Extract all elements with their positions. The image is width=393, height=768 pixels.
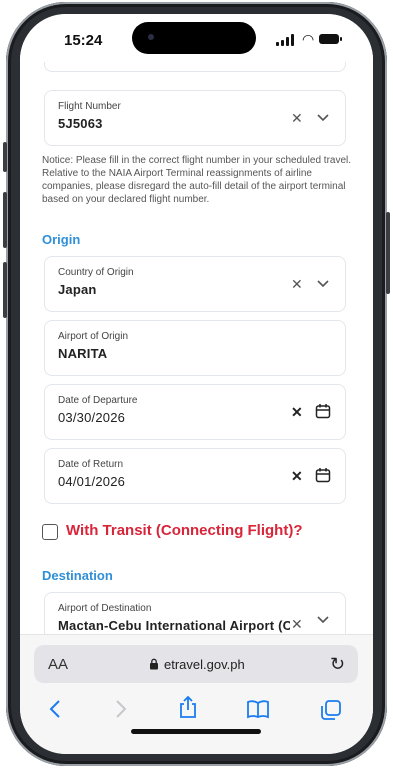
signal-icon (276, 34, 296, 46)
camera-icon (148, 34, 154, 40)
date-of-departure-value: 03/30/2026 (58, 410, 126, 425)
date-of-departure-field[interactable]: Date of Departure 03/30/2026 ✕ (44, 384, 346, 440)
lock-icon (150, 658, 158, 670)
airport-of-origin-label: Airport of Origin (58, 331, 129, 342)
share-icon[interactable] (178, 695, 198, 719)
flight-number-label: Flight Number (58, 101, 121, 112)
airport-of-destination-label: Airport of Destination (58, 603, 152, 614)
flight-notice-text: Notice: Please fill in the correct fligh… (42, 155, 352, 205)
destination-heading: Destination (42, 568, 113, 583)
airport-of-origin-field[interactable]: Airport of Origin NARITA (44, 320, 346, 376)
date-of-return-field[interactable]: Date of Return 04/01/2026 ✕ (44, 448, 346, 504)
home-indicator (131, 729, 261, 734)
chevron-down-icon[interactable] (317, 113, 329, 123)
date-of-departure-label: Date of Departure (58, 395, 138, 406)
power-button (386, 212, 390, 294)
airport-of-destination-value: Mactan-Cebu International Airport (CEB) (58, 618, 290, 633)
status-time: 15:24 (64, 32, 103, 49)
country-of-origin-value: Japan (58, 282, 97, 297)
dynamic-island (132, 22, 256, 54)
reload-icon[interactable]: ↻ (330, 654, 345, 675)
airport-of-destination-field[interactable]: Airport of Destination Mactan-Cebu Inter… (44, 592, 346, 634)
volume-up-button (3, 192, 7, 248)
reader-settings-button[interactable]: AA (48, 656, 68, 673)
country-of-origin-field[interactable]: Country of Origin Japan ✕ (44, 256, 346, 312)
url-text[interactable]: etravel.gov.ph (164, 657, 245, 672)
flight-number-value: 5J5063 (58, 116, 103, 131)
clear-x-icon[interactable]: ✕ (291, 405, 303, 419)
previous-field-partial[interactable] (44, 62, 346, 72)
date-of-return-label: Date of Return (58, 459, 124, 470)
phone-screen: 15:24 ◠ Flight Number 5J5063 ✕ Notice: P… (20, 14, 373, 754)
tabs-icon[interactable] (320, 699, 342, 721)
bookmarks-icon[interactable] (246, 699, 270, 719)
calendar-icon[interactable] (315, 403, 331, 419)
forward-icon[interactable] (114, 699, 128, 719)
battery-icon (319, 34, 342, 44)
clear-x-icon[interactable]: ✕ (291, 277, 303, 291)
status-bar: 15:24 ◠ (20, 14, 373, 62)
address-bar[interactable]: AA etravel.gov.ph ↻ (34, 645, 358, 683)
country-of-origin-label: Country of Origin (58, 267, 134, 278)
action-button (3, 142, 7, 172)
date-of-return-value: 04/01/2026 (58, 474, 126, 489)
with-transit-checkbox[interactable] (42, 524, 58, 540)
volume-down-button (3, 262, 7, 318)
clear-x-icon[interactable]: ✕ (291, 111, 303, 125)
browser-bottom-bar: AA etravel.gov.ph ↻ (20, 634, 373, 754)
clear-x-icon[interactable]: ✕ (291, 469, 303, 483)
clear-x-icon[interactable]: ✕ (291, 617, 303, 631)
back-icon[interactable] (48, 699, 62, 719)
chevron-down-icon[interactable] (317, 615, 329, 625)
with-transit-label[interactable]: With Transit (Connecting Flight)? (66, 522, 303, 539)
flight-number-field[interactable]: Flight Number 5J5063 ✕ (44, 90, 346, 146)
origin-heading: Origin (42, 232, 81, 247)
calendar-icon[interactable] (315, 467, 331, 483)
airport-of-origin-value: NARITA (58, 346, 108, 361)
page-content: Flight Number 5J5063 ✕ Notice: Please fi… (20, 62, 373, 634)
wifi-icon: ◠ (302, 31, 315, 47)
chevron-down-icon[interactable] (317, 279, 329, 289)
